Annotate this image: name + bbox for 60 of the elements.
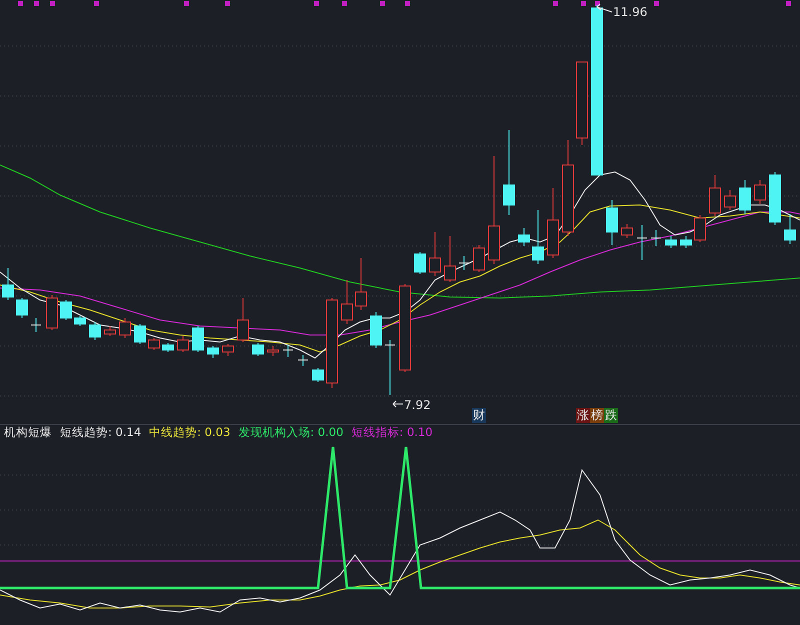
leader-line	[596, 4, 612, 12]
candlestick	[650, 230, 662, 246]
candlestick	[252, 342, 264, 356]
candlestick	[694, 214, 706, 242]
candlestick	[680, 236, 692, 248]
candlestick	[282, 344, 294, 358]
candlestick	[74, 316, 86, 326]
candlestick	[739, 180, 751, 214]
candlestick	[547, 188, 559, 258]
indicator-value: 短线趋势: 0.14	[60, 424, 142, 442]
candlestick	[341, 280, 353, 324]
indicator-value: 短线指标: 0.10	[351, 424, 433, 442]
marker-badge: 跌	[604, 408, 618, 423]
indicator-name: 机构短爆	[4, 424, 52, 442]
candlestick	[370, 312, 382, 348]
candlestick	[473, 244, 485, 272]
indicator-value: 中线趋势: 0.03	[149, 424, 230, 442]
candlestick	[769, 172, 781, 226]
candlestick	[665, 236, 677, 248]
candlestick	[312, 368, 324, 382]
candlestick	[177, 336, 189, 352]
candlestick	[16, 298, 28, 318]
candlestick	[104, 326, 116, 336]
candlestick	[192, 326, 204, 352]
candlestick	[207, 346, 219, 358]
candlestick	[222, 344, 234, 356]
candlestick	[89, 322, 101, 340]
low-price-label: 7.92	[404, 397, 431, 414]
candlestick	[414, 252, 426, 274]
candlestick	[532, 210, 544, 264]
marker-badge: 榜	[590, 408, 604, 423]
candlestick	[754, 180, 766, 204]
candlestick	[134, 324, 146, 344]
candlestick	[30, 318, 42, 332]
high-price-label: 11.96	[613, 4, 648, 21]
leader-line	[392, 400, 404, 408]
candlestick	[709, 174, 721, 216]
candlestick	[119, 318, 131, 338]
candlestick	[621, 224, 633, 238]
marker-badge: 涨	[576, 408, 590, 423]
candlestick	[636, 224, 648, 260]
candlestick	[458, 256, 470, 270]
candlestick	[518, 228, 530, 246]
candlestick	[60, 300, 72, 320]
candlestick	[606, 200, 618, 246]
candlestick	[298, 354, 308, 366]
marker-badge: 财	[472, 408, 486, 423]
candlestick	[237, 298, 249, 342]
candlestick	[444, 236, 456, 282]
candlestick	[429, 232, 441, 276]
candlestick	[724, 190, 736, 210]
candlestick	[267, 346, 279, 356]
candlestick	[162, 342, 174, 352]
candlestick	[355, 258, 367, 310]
indicator-value: 发现机构入场: 0.00	[238, 424, 344, 442]
candlestick	[384, 340, 396, 396]
candlestick	[784, 214, 796, 244]
candlestick	[2, 268, 14, 300]
candlestick	[148, 338, 160, 350]
candlestick	[46, 294, 58, 330]
